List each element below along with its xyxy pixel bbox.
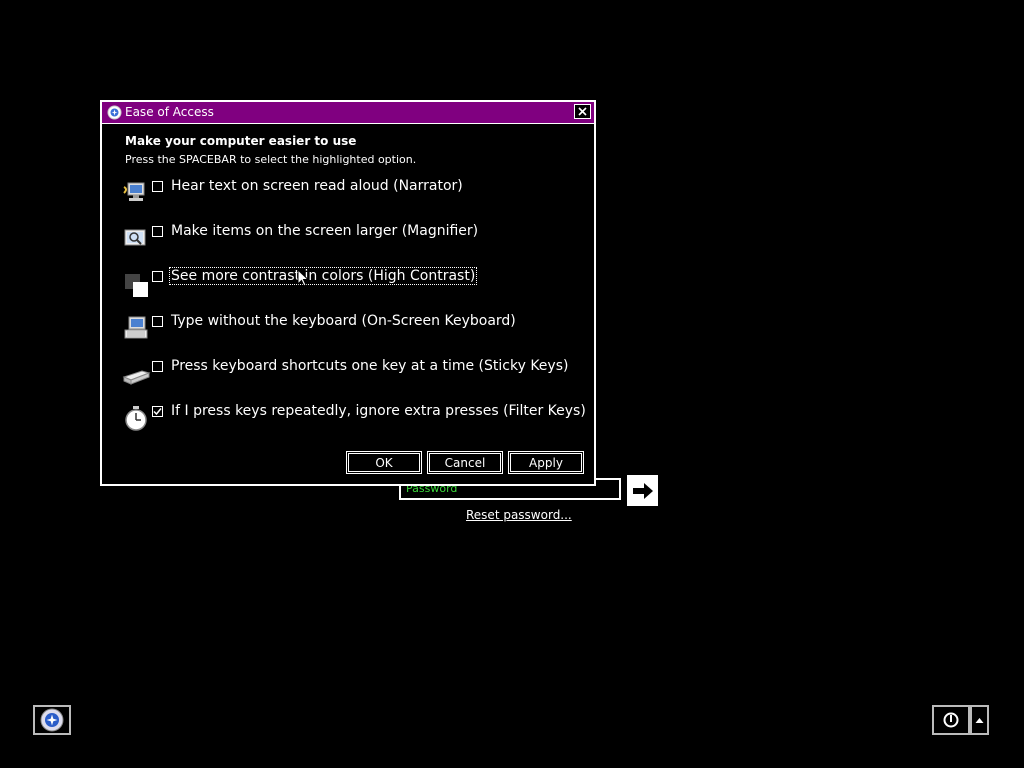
ease-of-access-dialog: Ease of Access Make your computer easier… xyxy=(100,100,596,486)
option-sticky-keys[interactable]: Press keyboard shortcuts one key at a ti… xyxy=(122,358,572,395)
ok-button[interactable]: OK xyxy=(346,451,422,474)
apply-button[interactable]: Apply xyxy=(508,451,584,474)
high-contrast-label[interactable]: See more contrast in colors (High Contra… xyxy=(168,267,478,285)
ease-of-access-icon xyxy=(107,105,122,120)
narrator-label[interactable]: Hear text on screen read aloud (Narrator… xyxy=(170,178,464,194)
dialog-heading: Make your computer easier to use xyxy=(125,134,357,148)
sticky-keys-icon xyxy=(122,370,151,385)
close-icon xyxy=(578,107,587,116)
shutdown-button[interactable] xyxy=(932,705,970,735)
high-contrast-icon xyxy=(125,274,148,297)
power-icon xyxy=(943,712,959,728)
shutdown-options-button[interactable] xyxy=(970,705,989,735)
submit-arrow-button[interactable] xyxy=(627,475,658,506)
dialog-instructions: Press the SPACEBAR to select the highlig… xyxy=(125,153,417,166)
cancel-button[interactable]: Cancel xyxy=(427,451,503,474)
narrator-checkbox[interactable] xyxy=(152,181,163,192)
magnifier-checkbox[interactable] xyxy=(152,226,163,237)
on-screen-keyboard-icon xyxy=(124,316,148,339)
chevron-up-icon xyxy=(975,717,984,723)
filter-keys-icon xyxy=(125,406,147,431)
close-button[interactable] xyxy=(574,104,591,119)
option-magnifier[interactable]: Make items on the screen larger (Magnifi… xyxy=(122,223,572,260)
narrator-icon xyxy=(123,182,145,201)
arrow-right-icon xyxy=(632,482,653,499)
option-on-screen-keyboard[interactable]: Type without the keyboard (On-Screen Key… xyxy=(122,313,572,350)
magnifier-icon xyxy=(124,229,146,246)
filter-keys-checkbox[interactable] xyxy=(152,406,163,417)
ease-of-access-icon xyxy=(40,708,64,732)
mouse-cursor-icon xyxy=(297,269,309,287)
on-screen-keyboard-label[interactable]: Type without the keyboard (On-Screen Key… xyxy=(170,313,517,329)
option-narrator[interactable]: Hear text on screen read aloud (Narrator… xyxy=(122,178,572,215)
option-filter-keys[interactable]: If I press keys repeatedly, ignore extra… xyxy=(122,403,586,440)
dialog-title: Ease of Access xyxy=(125,105,214,119)
checkmark-icon xyxy=(153,408,162,416)
magnifier-label[interactable]: Make items on the screen larger (Magnifi… xyxy=(170,223,479,239)
sticky-keys-checkbox[interactable] xyxy=(152,361,163,372)
sticky-keys-label[interactable]: Press keyboard shortcuts one key at a ti… xyxy=(170,358,569,374)
dialog-titlebar: Ease of Access xyxy=(102,102,594,124)
filter-keys-label[interactable]: If I press keys repeatedly, ignore extra… xyxy=(170,403,587,419)
high-contrast-checkbox[interactable] xyxy=(152,271,163,282)
reset-password-link[interactable]: Reset password... xyxy=(466,508,572,522)
on-screen-keyboard-checkbox[interactable] xyxy=(152,316,163,327)
ease-of-access-button[interactable] xyxy=(33,705,71,735)
option-high-contrast[interactable]: See more contrast in colors (High Contra… xyxy=(122,267,572,305)
